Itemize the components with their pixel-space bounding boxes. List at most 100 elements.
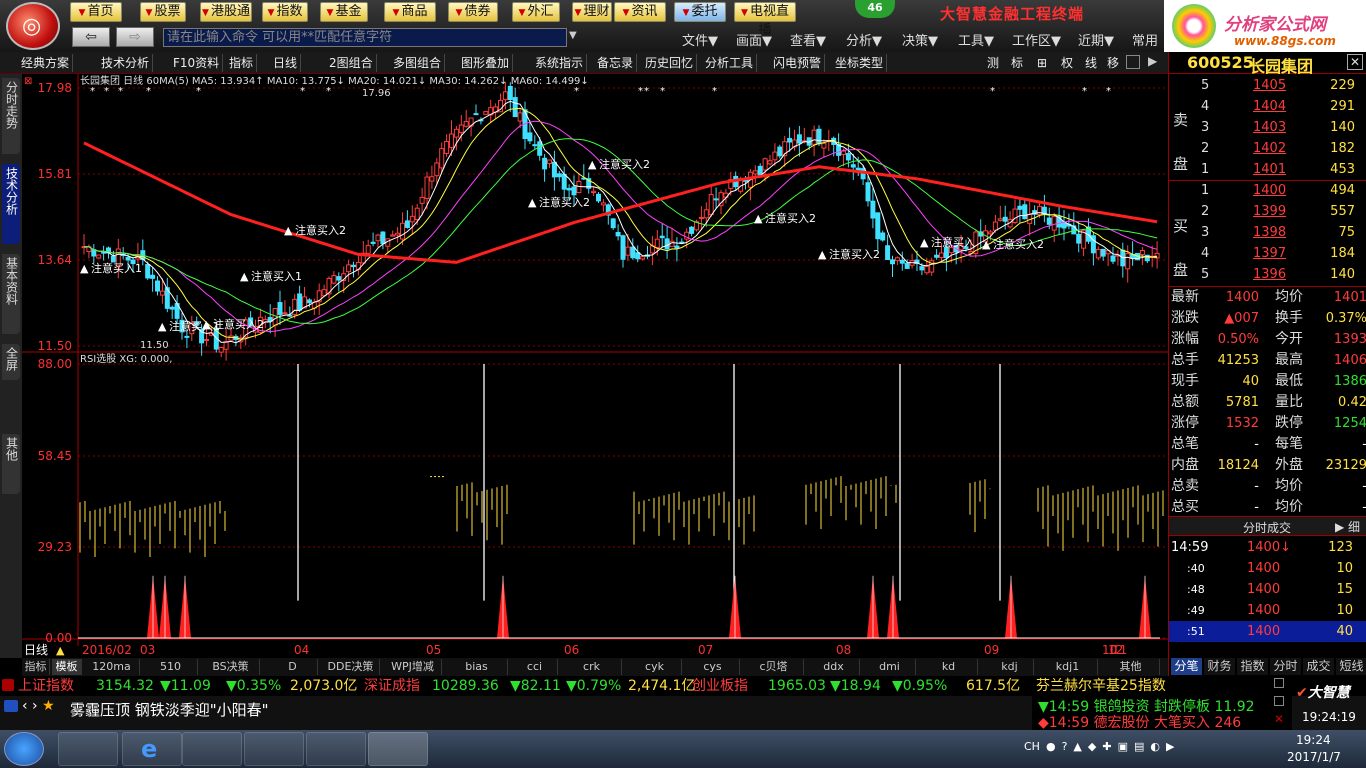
index-ticker-item[interactable]: ▼82.11 — [510, 676, 561, 696]
weibo-icon[interactable] — [306, 732, 366, 766]
ticks-header[interactable]: 分时成交 ▶ 细 — [1169, 516, 1366, 536]
right-bottom-tab[interactable]: 短线 — [1336, 658, 1366, 675]
nav-button[interactable]: ▼ 理财 — [572, 2, 612, 22]
nav-button[interactable]: ▼ 商品 — [384, 2, 436, 22]
command-dropdown-icon[interactable]: ▼ — [569, 30, 577, 41]
index-icon[interactable] — [2, 679, 14, 691]
window-icon[interactable] — [1126, 55, 1140, 69]
index-ticker-item[interactable]: ▼0.95% — [892, 676, 947, 696]
toolbar-right-item[interactable]: 线 — [1082, 54, 1100, 72]
buy-level-row[interactable]: 2 1399 557 — [1169, 201, 1366, 222]
top-menu-item[interactable]: 查看▼ — [790, 30, 826, 49]
sell-level-row[interactable]: 5 1405 229 — [1169, 75, 1366, 96]
sell-level-row[interactable]: 1 1401 453 — [1169, 159, 1366, 180]
top-menu-item[interactable]: 近期▼ — [1078, 30, 1114, 49]
left-vertical-tab[interactable]: 分时走势 — [2, 78, 20, 154]
right-bottom-tab[interactable]: 分时 — [1270, 658, 1301, 675]
index-ticker-item[interactable]: 10289.36 — [432, 676, 499, 696]
toolbar-item[interactable]: 历史回忆 — [642, 54, 698, 72]
index-ticker-item[interactable]: 上证指数 — [18, 676, 74, 696]
news-icon[interactable] — [4, 700, 18, 712]
news-headline[interactable]: 雾霾压顶 钢铁淡季迎"小阳春" — [70, 699, 269, 720]
left-vertical-tab[interactable]: 基本资料 — [2, 254, 20, 334]
index-ticker-item[interactable]: ▼0.35% — [226, 676, 281, 696]
nav-button[interactable]: ▼ 电视直播 — [734, 2, 796, 38]
back-arrow-icon[interactable]: ⇦ — [72, 27, 110, 47]
indicator-tab[interactable]: kdj1 — [1038, 659, 1098, 675]
indicator-tab[interactable]: 120ma — [84, 659, 140, 675]
news-nav-icon[interactable]: ‹ › ★ — [22, 698, 55, 714]
expand-arrow-icon[interactable]: ▶ 细 — [1335, 518, 1360, 535]
indicator-tab[interactable]: DDE决策 — [322, 659, 380, 675]
toolbar-item[interactable]: 2图组合 — [326, 54, 377, 72]
sell-level-row[interactable]: 2 1402 182 — [1169, 138, 1366, 159]
right-bottom-tab[interactable]: 财务 — [1204, 658, 1235, 675]
toolbar-right-item[interactable]: 测 — [984, 54, 1002, 72]
top-menu-item[interactable]: 分析▼ — [846, 30, 882, 49]
alert-item[interactable]: ◆14:59 德宏股份 大笔买入 246 — [1038, 712, 1241, 732]
left-vertical-tab[interactable]: 全屏 — [2, 344, 20, 380]
indicator-tab[interactable]: 其他 — [1102, 659, 1160, 675]
period-label[interactable]: 日线 — [24, 643, 48, 657]
top-menu-item[interactable]: 决策▼ — [902, 30, 938, 49]
toolbar-right-item[interactable]: 权 — [1058, 54, 1076, 72]
notify-badge[interactable]: 46 — [855, 0, 895, 18]
left-vertical-tab[interactable]: 技术分析 — [2, 164, 20, 244]
right-bottom-tab[interactable]: 分笔 — [1171, 658, 1202, 675]
indicator-tab[interactable]: dmi — [864, 659, 916, 675]
dzh-app-icon[interactable] — [368, 732, 428, 766]
index-ticker-item[interactable]: ▼0.79% — [566, 676, 621, 696]
tick-row[interactable]: :48 1400 15 — [1169, 579, 1366, 600]
indicator-tab[interactable]: ddx — [808, 659, 860, 675]
sell-level-row[interactable]: 3 1403 140 — [1169, 117, 1366, 138]
index-ticker-item[interactable]: 芬兰赫尔辛基25指数 — [1036, 676, 1166, 696]
tray-icons[interactable]: ●?▲◆✚▣▤◐▶ — [1046, 740, 1180, 753]
index-ticker-item[interactable]: 创业板指 — [692, 676, 748, 696]
indicator-tab[interactable]: cci — [512, 659, 558, 675]
nav-button[interactable]: ▼ 港股通 — [200, 2, 252, 22]
index-ticker-item[interactable]: 617.5亿 — [966, 676, 1020, 696]
nav-button[interactable]: ▼ 基金 — [320, 2, 368, 22]
buy-level-row[interactable]: 1 1400 494 — [1169, 180, 1366, 201]
ie-browser-icon[interactable]: e — [122, 732, 182, 766]
top-menu-item[interactable]: 常用 — [1132, 30, 1158, 49]
indicator-tab[interactable]: 指标 — [22, 659, 50, 675]
toolbar-item[interactable]: 分析工具 — [702, 54, 758, 72]
nav-button[interactable]: ▼ 指数 — [262, 2, 308, 22]
nav-button[interactable]: ▼ 外汇 — [512, 2, 560, 22]
toolbar-right-item[interactable]: 标 — [1008, 54, 1026, 72]
top-menu-item[interactable]: 画面▼ — [736, 30, 772, 49]
restore-icon[interactable] — [1274, 696, 1284, 706]
toolbar-right-item[interactable]: 移 — [1104, 54, 1122, 72]
indicator-tab[interactable]: cyk — [628, 659, 682, 675]
folder-icon[interactable] — [182, 732, 242, 766]
toolbar-item[interactable]: 闪电预警 — [770, 54, 826, 72]
chart-close-icon[interactable]: ⊠ — [24, 76, 32, 87]
tick-row[interactable]: :49 1400 10 — [1169, 600, 1366, 621]
right-bottom-tab[interactable]: 指数 — [1237, 658, 1268, 675]
buy-level-row[interactable]: 5 1396 140 — [1169, 264, 1366, 285]
left-vertical-tab[interactable]: 其他 — [2, 434, 20, 494]
toolbar-item[interactable]: 备忘录 — [594, 54, 638, 72]
indicator-tab[interactable]: 510 — [144, 659, 198, 675]
index-ticker-item[interactable]: 3154.32 — [96, 676, 154, 696]
index-ticker-item[interactable]: 1965.03 — [768, 676, 826, 696]
buy-level-row[interactable]: 4 1397 184 — [1169, 243, 1366, 264]
indicator-tab[interactable]: kdj — [986, 659, 1034, 675]
tick-row[interactable]: :51 1400 40 — [1169, 621, 1366, 642]
index-ticker-item[interactable]: 2,474.1亿 — [628, 676, 695, 696]
nav-button[interactable]: ▼ 委托 — [674, 2, 726, 22]
top-menu-item[interactable]: 文件▼ — [682, 30, 718, 49]
nav-button[interactable]: ▼ 股票 — [140, 2, 186, 22]
indicator-tab[interactable]: cys — [686, 659, 740, 675]
command-input[interactable]: 请在此输入命令 可以用**匹配任意字符 — [163, 28, 567, 47]
tray-date[interactable]: 2017/1/7 — [1287, 750, 1341, 764]
nav-button[interactable]: ▼ 首页 — [70, 2, 122, 22]
play-icon[interactable]: ▶ — [1148, 54, 1157, 68]
close-icon[interactable]: ✕ — [1274, 712, 1284, 726]
top-menu-item[interactable]: 工作区▼ — [1012, 30, 1061, 49]
tick-row[interactable]: :40 1400 10 — [1169, 558, 1366, 579]
tray-clock[interactable]: 19:24 — [1296, 733, 1331, 747]
minimize-icon[interactable] — [1274, 678, 1284, 688]
indicator-tab[interactable]: kd — [920, 659, 978, 675]
